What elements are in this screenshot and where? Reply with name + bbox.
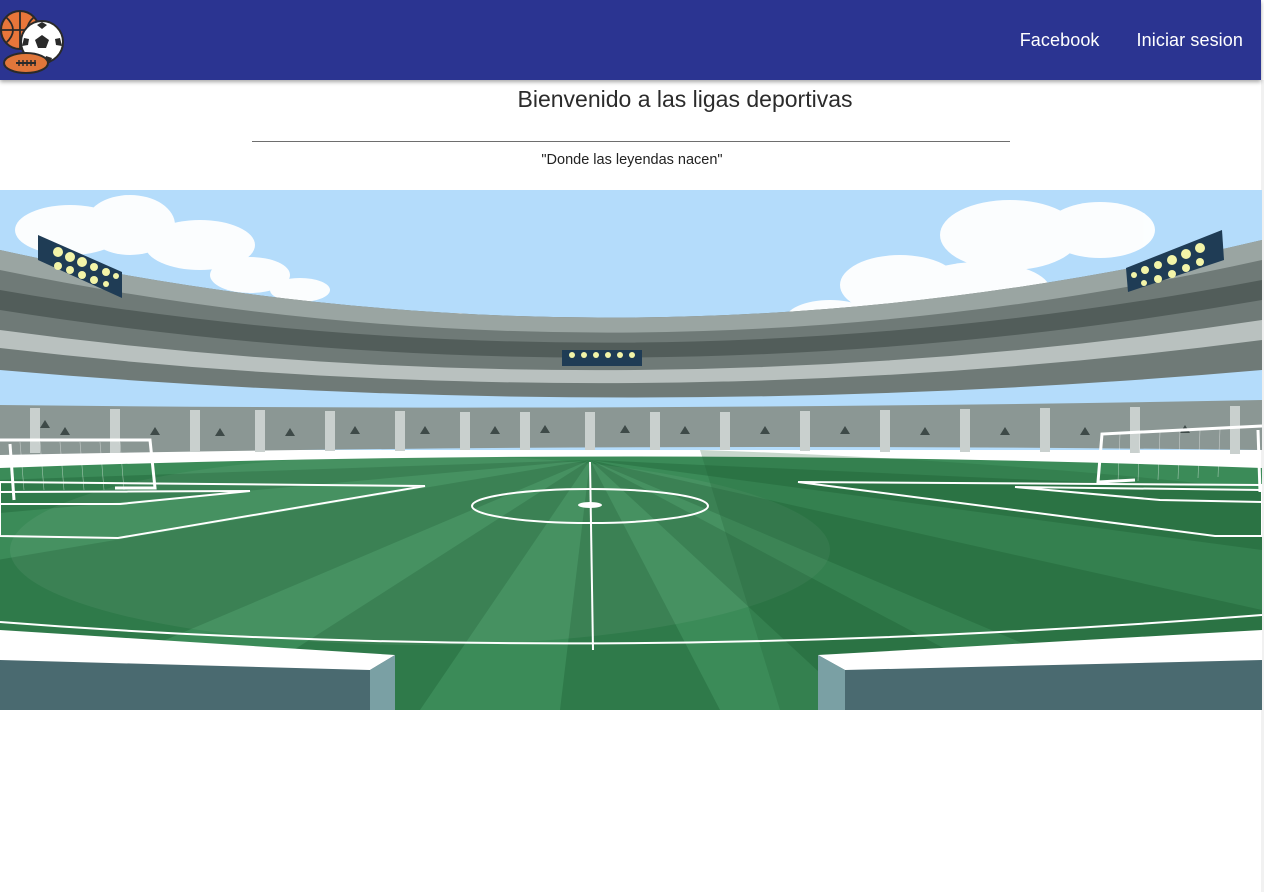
stadium-hero-image [0, 190, 1262, 710]
sports-balls-logo-icon[interactable] [0, 8, 66, 74]
nav-links: Facebook Iniciar sesion [1020, 0, 1243, 80]
top-navbar: Facebook Iniciar sesion [0, 0, 1261, 80]
tagline: "Donde las leyendas nacen" [541, 152, 723, 168]
title-divider [252, 141, 1010, 142]
facebook-link[interactable]: Facebook [1020, 30, 1100, 51]
login-link[interactable]: Iniciar sesion [1137, 30, 1243, 51]
page-title: Bienvenido a las ligas deportivas [517, 86, 853, 112]
